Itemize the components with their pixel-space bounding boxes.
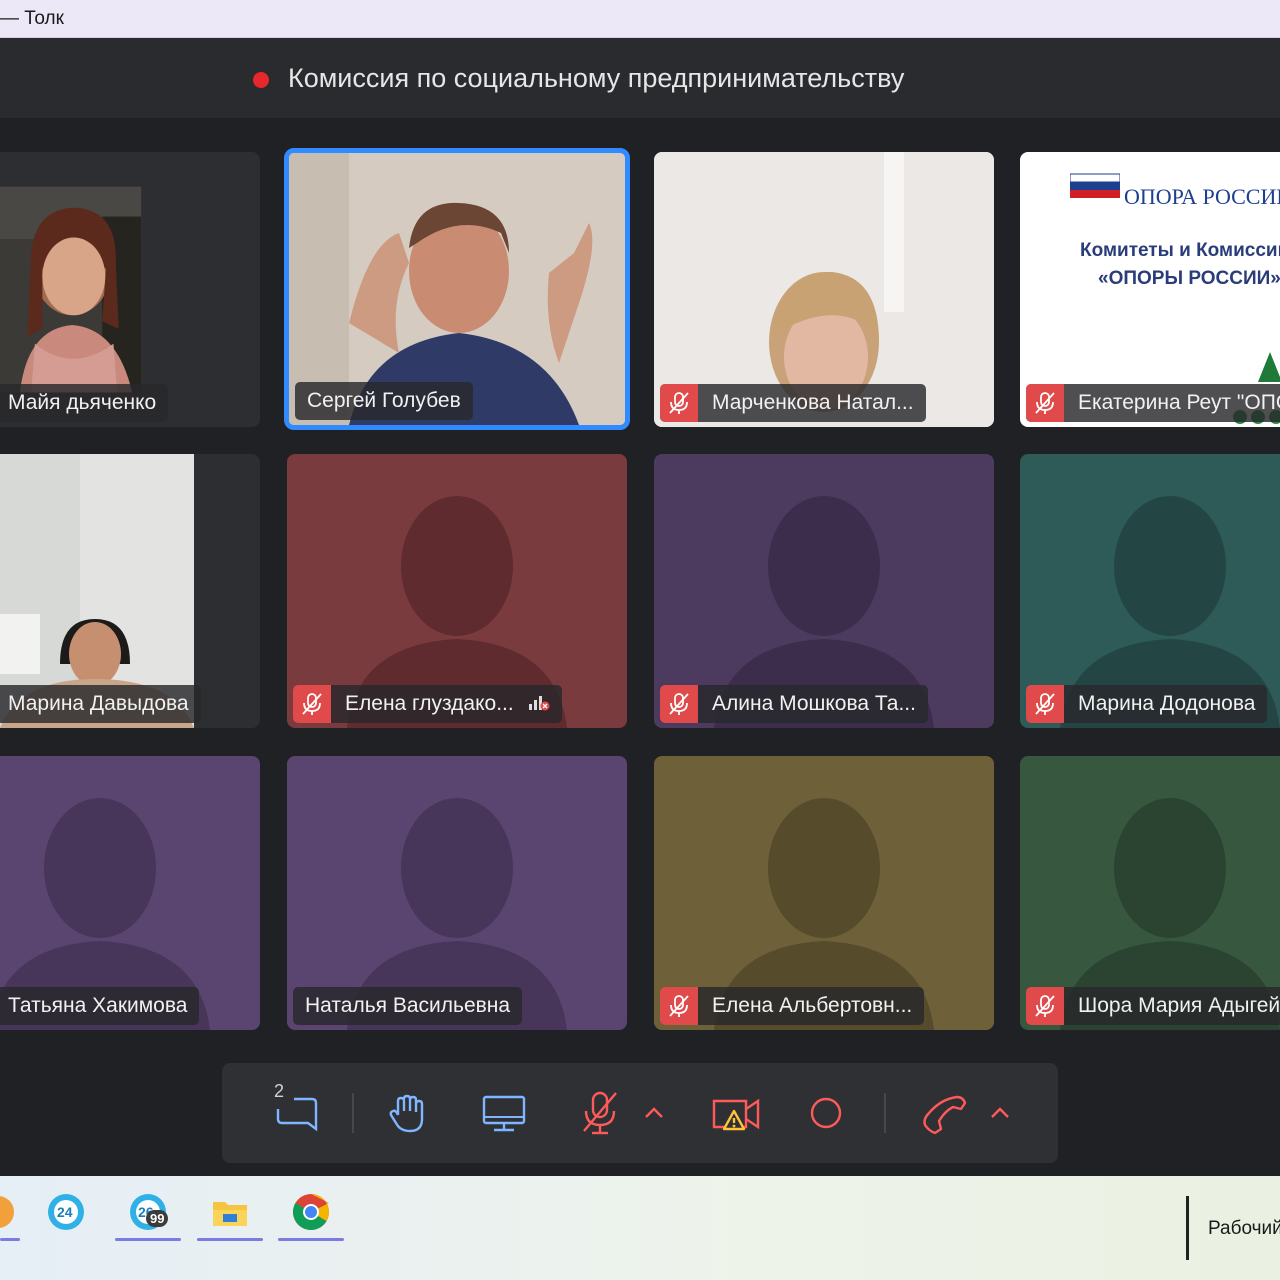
participant-tile[interactable]: Марина Давыдова (0, 454, 260, 728)
participant-name: Алина Мошкова Та... (712, 692, 916, 715)
desktop-toolbar-label[interactable]: Рабочий стол (1208, 1218, 1280, 1240)
taskbar-active-indicator (115, 1238, 181, 1241)
participant-name: Екатерина Реут "ОПОРА РОССИИ" (1078, 391, 1280, 414)
participant-tile[interactable]: Елена Альбертовн... (654, 756, 994, 1030)
microphone-button[interactable] (572, 1085, 628, 1141)
participant-name: Татьяна Хакимова (8, 994, 188, 1017)
taskbar-app-chrome[interactable] (291, 1192, 331, 1232)
participant-name: Наталья Васильевна (305, 994, 511, 1017)
participant-label: Марченкова Натал... (660, 384, 926, 422)
participant-tile[interactable]: Шора Мария Адыгейская (1020, 756, 1280, 1030)
record-icon (810, 1097, 842, 1129)
meeting-title: Комиссия по социальному предпринимательс… (288, 63, 905, 93)
os-taskbar: 24 26 99 Рабочий стол (0, 1176, 1280, 1280)
mic-muted-icon (293, 685, 331, 723)
microphone-options-button[interactable] (634, 1085, 674, 1141)
call-toolbar: 2 (222, 1063, 1058, 1163)
participant-name: Елена Альбертовн... (712, 994, 913, 1017)
participant-label: Сергей Голубев (295, 382, 473, 420)
slide-line-1: Комитеты и Комиссии (1080, 240, 1280, 261)
participant-name: Елена глуздако... (345, 692, 514, 715)
raise-hand-button[interactable] (380, 1085, 436, 1141)
taskbar-app-explorer[interactable] (210, 1192, 250, 1232)
app-icon (0, 1196, 14, 1228)
end-call-icon (923, 1095, 967, 1135)
screen-share-button[interactable] (476, 1085, 532, 1141)
chevron-up-icon (645, 1107, 663, 1118)
taskbar-app-partial[interactable] (0, 1192, 18, 1232)
participant-name: Сергей Голубев (307, 389, 461, 412)
slide-line-2: «ОПОРЫ РОССИИ» (1098, 268, 1280, 289)
participant-tile[interactable]: Наталья Васильевна (287, 756, 627, 1030)
participant-tile[interactable]: Марченкова Натал... (654, 152, 994, 427)
folder-icon (213, 1202, 247, 1226)
chrome-icon (292, 1194, 330, 1231)
opora-logo-icon (1070, 173, 1120, 198)
record-button[interactable] (798, 1085, 854, 1141)
toolbar-divider (884, 1093, 886, 1133)
participant-label: Татьяна Хакимова (0, 987, 200, 1025)
participant-label: Майя дьяченко (0, 384, 169, 422)
participant-label: Елена глуздако... (293, 685, 562, 723)
taskbar-app-bitrix1[interactable]: 24 (46, 1192, 86, 1232)
participant-label: Наталья Васильевна (293, 987, 523, 1025)
participant-name: Марина Додонова (1078, 692, 1256, 715)
participant-label: Елена Альбертовн... (660, 987, 925, 1025)
participant-tile[interactable]: Алина Мошкова Та... (654, 454, 994, 728)
mic-muted-icon (1026, 987, 1064, 1025)
taskbar-active-indicator (278, 1238, 344, 1241)
participant-tile-active-speaker[interactable]: Сергей Голубев (284, 148, 630, 430)
chevron-up-icon (991, 1107, 1009, 1118)
chat-button[interactable]: 2 (268, 1081, 324, 1141)
participant-name: Марина Давыдова (8, 692, 189, 715)
participant-tile[interactable]: Елена глуздако... (287, 454, 627, 728)
mic-muted-icon (660, 384, 698, 422)
participant-tile[interactable]: Майя дьяченко (0, 152, 260, 427)
participant-label: Марина Давыдова (0, 685, 201, 723)
mic-muted-icon (1026, 685, 1064, 723)
mic-muted-icon (660, 987, 698, 1025)
window-title: — Толк (0, 8, 64, 29)
notification-count-badge: 99 (146, 1210, 169, 1227)
taskbar-active-indicator (0, 1238, 20, 1241)
taskbar-active-indicator (197, 1238, 263, 1241)
taskbar-app-bitrix2[interactable]: 26 99 (128, 1192, 169, 1232)
end-call-button[interactable] (916, 1085, 972, 1141)
poor-connection-icon (528, 692, 550, 717)
participant-tile[interactable]: Марина Додонова (1020, 454, 1280, 728)
participant-name: Майя дьяченко (8, 391, 157, 414)
participant-name: Марченкова Натал... (712, 391, 914, 414)
participant-name: Шора Мария Адыгейская (1078, 994, 1280, 1017)
camera-off-icon (712, 1098, 760, 1131)
participant-tile[interactable]: ОПОРА РОССИИ Комитеты и Комиссии «ОПОРЫ … (1020, 152, 1280, 427)
participant-label: Екатерина Реут "ОПОРА РОССИИ" (1026, 384, 1280, 422)
end-call-options-button[interactable] (980, 1085, 1020, 1141)
toolbar-divider (352, 1093, 354, 1133)
participant-label: Марина Додонова (1026, 685, 1268, 723)
participant-tile[interactable]: Татьяна Хакимова (0, 756, 260, 1030)
raise-hand-icon (389, 1094, 424, 1133)
mic-muted-icon (1026, 384, 1064, 422)
mic-off-icon (583, 1091, 617, 1135)
window-titlebar: — Толк (0, 0, 1280, 38)
participant-label: Шора Мария Адыгейская (1026, 987, 1280, 1025)
chat-unread-count: 2 (274, 1081, 285, 1101)
mic-muted-icon (660, 685, 698, 723)
recording-indicator-icon (253, 72, 269, 88)
camera-button[interactable] (704, 1085, 768, 1141)
taskbar-separator (1186, 1196, 1189, 1260)
screen-share-icon (482, 1095, 526, 1132)
opora-logo-text: ОПОРА РОССИИ (1124, 184, 1280, 209)
participant-label: Алина Мошкова Та... (660, 685, 928, 723)
bitrix-badge-label: 24 (57, 1204, 73, 1220)
